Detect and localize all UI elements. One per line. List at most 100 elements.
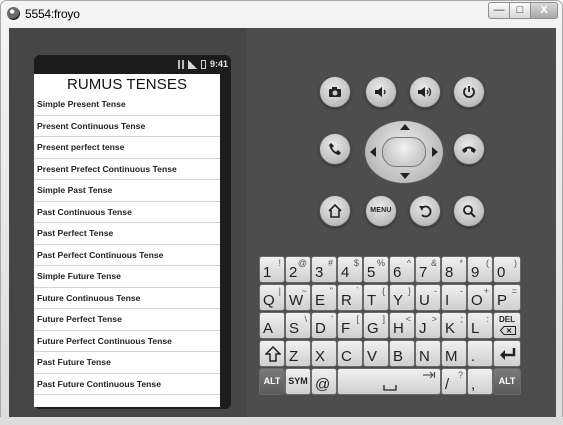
list-item[interactable]: Past Future Tense	[34, 352, 220, 374]
key-2[interactable]: 2 @	[285, 256, 311, 283]
key-v[interactable]: V	[363, 340, 389, 367]
key-g[interactable]: G]	[363, 312, 389, 339]
list-item[interactable]: Simple Present Tense	[34, 94, 220, 116]
call-button[interactable]	[319, 133, 351, 165]
tab-arrow-icon	[423, 371, 436, 379]
close-button[interactable]: X	[530, 2, 558, 19]
dpad-left-icon[interactable]	[370, 147, 376, 157]
space-icon	[383, 385, 397, 391]
emulator-app-icon	[7, 7, 20, 20]
key-period[interactable]: .	[467, 340, 493, 367]
list-item[interactable]: Present Prefect Continuous Tense	[34, 159, 220, 180]
key-t[interactable]: T{	[363, 284, 389, 311]
dpad-up-icon[interactable]	[400, 124, 410, 130]
list-item[interactable]: Future Perfect Continuous Tense	[34, 331, 220, 352]
battery-icon	[201, 60, 206, 69]
list-item[interactable]: Past Perfect Continuous Tense	[34, 245, 220, 266]
key-y[interactable]: Y}	[389, 284, 415, 311]
key-3[interactable]: 3 #	[311, 256, 337, 283]
volume-down-button[interactable]	[365, 76, 397, 108]
key-comma[interactable]: ,	[467, 368, 493, 395]
shift-key[interactable]	[259, 340, 285, 367]
power-button[interactable]	[453, 76, 485, 108]
key-w[interactable]: W ~	[285, 284, 311, 311]
key-5[interactable]: 5%	[363, 256, 389, 283]
end-call-button[interactable]	[453, 133, 485, 165]
alt-right-key[interactable]: ALT	[493, 368, 521, 395]
sym-key[interactable]: SYM	[285, 368, 311, 395]
key-s[interactable]: S \	[285, 312, 311, 339]
back-button[interactable]	[409, 195, 441, 227]
tense-list: Simple Present Tense Present Continuous …	[34, 94, 220, 395]
key-6[interactable]: 6 ^	[389, 256, 415, 283]
key-slash[interactable]: /?	[441, 368, 467, 395]
phone-screen-frame: 9:41 RUMUS TENSES Simple Present Tense P…	[34, 55, 231, 409]
emulator-skin: 9:41 RUMUS TENSES Simple Present Tense P…	[9, 28, 556, 418]
key-b[interactable]: B	[389, 340, 415, 367]
volume-up-button[interactable]	[409, 76, 441, 108]
key-at[interactable]: @	[311, 368, 337, 395]
key-o[interactable]: O +	[467, 284, 493, 311]
search-icon	[463, 205, 476, 218]
backspace-icon	[500, 326, 516, 335]
key-n[interactable]: N	[415, 340, 441, 367]
list-item[interactable]: Past Future Continuous Tense	[34, 374, 220, 395]
key-a[interactable]: A	[259, 312, 285, 339]
enter-key[interactable]	[493, 340, 521, 367]
alt-left-key[interactable]: ALT	[259, 368, 285, 395]
key-1[interactable]: 1!	[259, 256, 285, 283]
list-item[interactable]: Future Continuous Tense	[34, 288, 220, 309]
list-item[interactable]: Simple Future Tense	[34, 266, 220, 288]
status-clock: 9:41	[210, 59, 229, 69]
maximize-button[interactable]: □	[509, 2, 531, 19]
title-bar[interactable]: 5554:froyo — □ X	[1, 1, 562, 28]
dpad-right-icon[interactable]	[432, 147, 438, 157]
list-item[interactable]: Present perfect tense	[34, 137, 220, 159]
volume-up-icon	[418, 87, 432, 97]
minimize-button[interactable]: —	[488, 2, 510, 19]
space-key[interactable]	[337, 368, 441, 395]
menu-button[interactable]: MENU	[365, 195, 397, 227]
key-z[interactable]: Z	[285, 340, 311, 367]
key-e[interactable]: E "	[311, 284, 337, 311]
key-u[interactable]: U-	[415, 284, 441, 311]
list-item[interactable]: Present Continuous Tense	[34, 116, 220, 137]
data-icon	[178, 60, 184, 69]
back-icon	[419, 205, 432, 218]
key-p[interactable]: P =	[493, 284, 521, 311]
key-k[interactable]: K;	[441, 312, 467, 339]
volume-down-icon	[375, 87, 386, 97]
key-r[interactable]: R `	[337, 284, 363, 311]
delete-key[interactable]: DEL	[493, 312, 521, 339]
key-l[interactable]: L:	[467, 312, 493, 339]
home-icon	[328, 203, 342, 218]
dpad-down-icon[interactable]	[400, 173, 410, 179]
list-item[interactable]: Simple Past Tense	[34, 180, 220, 202]
key-c[interactable]: C	[337, 340, 363, 367]
list-item[interactable]: Past Perfect Tense	[34, 223, 220, 245]
key-x[interactable]: X	[311, 340, 337, 367]
search-button[interactable]	[453, 195, 485, 227]
key-0[interactable]: 0)	[493, 256, 521, 283]
dpad-center-button[interactable]	[382, 137, 426, 167]
window-title: 5554:froyo	[25, 7, 80, 21]
key-i[interactable]: I-	[441, 284, 467, 311]
key-d[interactable]: D '	[311, 312, 337, 339]
camera-button[interactable]	[319, 76, 351, 108]
key-j[interactable]: J >	[415, 312, 441, 339]
key-7[interactable]: 7 &	[415, 256, 441, 283]
key-h[interactable]: H <	[389, 312, 415, 339]
list-item[interactable]: Past Continuous Tense	[34, 202, 220, 223]
key-4[interactable]: 4 $	[337, 256, 363, 283]
key-q[interactable]: Q |	[259, 284, 285, 311]
list-item[interactable]: Future Perfect Tense	[34, 309, 220, 331]
key-8[interactable]: 8 *	[441, 256, 467, 283]
key-f[interactable]: F[	[337, 312, 363, 339]
key-m[interactable]: M	[441, 340, 467, 367]
emulator-window: 5554:froyo — □ X 9:41 RUMUS TENSES Simpl…	[0, 0, 563, 425]
key-9[interactable]: 9(	[467, 256, 493, 283]
signal-icon	[188, 60, 197, 69]
power-icon	[463, 86, 475, 98]
home-button[interactable]	[319, 195, 351, 227]
shift-icon	[265, 346, 281, 362]
